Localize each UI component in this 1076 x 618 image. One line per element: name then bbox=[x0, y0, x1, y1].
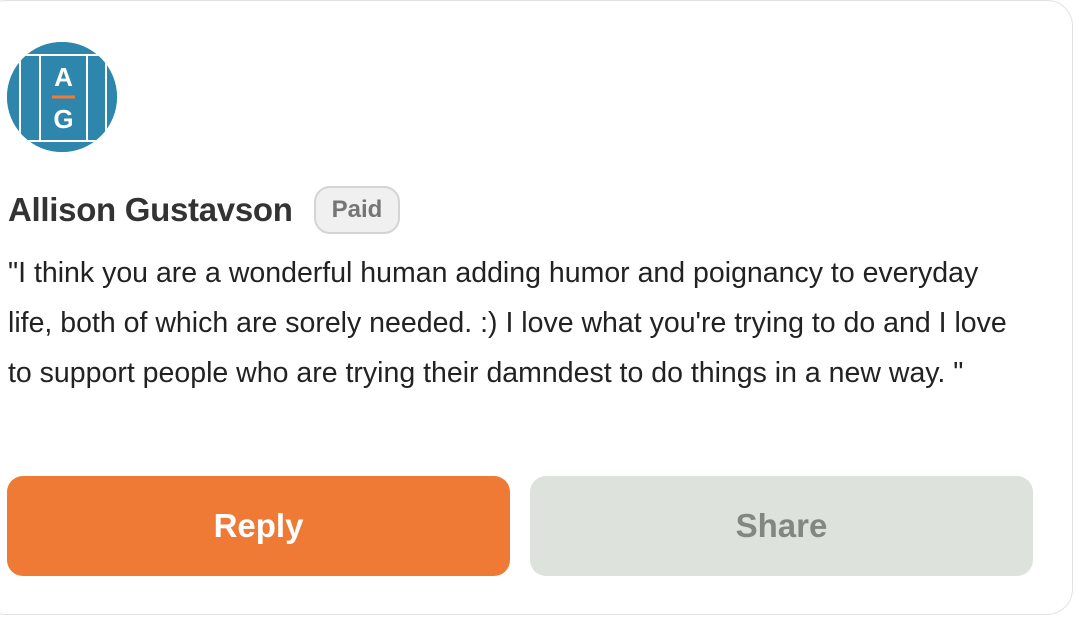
author-row: Allison Gustavson Paid bbox=[8, 184, 401, 236]
avatar-initial-g: G bbox=[53, 104, 73, 134]
comment-text: "I think you are a wonderful human addin… bbox=[8, 257, 1007, 389]
avatar[interactable]: A G bbox=[7, 42, 117, 152]
avatar-initial-a: A bbox=[54, 62, 73, 92]
share-button[interactable]: Share bbox=[530, 476, 1033, 576]
avatar-monogram-icon: A G bbox=[7, 42, 117, 152]
reply-button[interactable]: Reply bbox=[7, 476, 510, 576]
paid-badge: Paid bbox=[313, 186, 401, 234]
author-name[interactable]: Allison Gustavson bbox=[8, 191, 293, 229]
